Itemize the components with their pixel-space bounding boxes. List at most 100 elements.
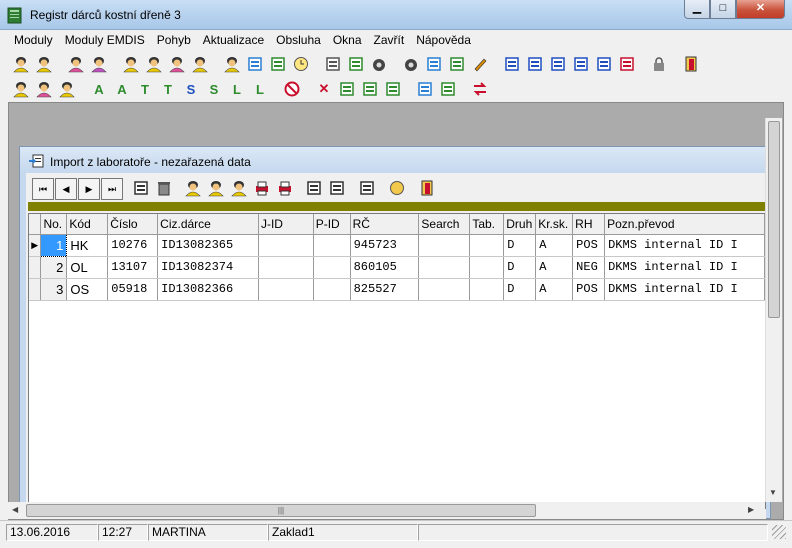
cell-p-id[interactable] [313, 234, 351, 257]
toolbar1-14-telephone-button[interactable] [368, 53, 390, 75]
nav-person-yellow-button[interactable] [205, 178, 227, 200]
cell-rc[interactable]: 860105 [350, 256, 420, 279]
cell-tab[interactable] [469, 234, 505, 257]
toolbar1-10-spreadsheet-button[interactable] [267, 53, 289, 75]
menu-zavrit[interactable]: Zavřít [368, 33, 411, 47]
cell-kod[interactable]: OL [66, 256, 109, 279]
menu-moduly[interactable]: Moduly [8, 33, 59, 47]
scroll-right-arrow-icon[interactable]: ▶ [748, 505, 754, 514]
cell-cislo[interactable]: 05918 [107, 278, 159, 301]
toolbar2-8-letter-s-button[interactable]: S [203, 78, 225, 100]
menu-moduly-emdis[interactable]: Moduly EMDIS [59, 33, 151, 47]
cell-rh[interactable]: POS [572, 278, 606, 301]
column-header-ciz-darce[interactable]: Ciz.dárce [157, 214, 259, 235]
cell-pozn-prevod[interactable]: DKMS internal ID I [604, 256, 765, 279]
cell-p-id[interactable] [313, 278, 351, 301]
toolbar1-1-person-yellow-button[interactable] [33, 53, 55, 75]
toolbar2-13-filter-button[interactable] [336, 78, 358, 100]
cell-search[interactable] [418, 234, 471, 257]
cell-no[interactable]: 3 [40, 278, 68, 301]
vertical-scrollbar[interactable]: ▼ [765, 118, 782, 502]
table-row[interactable]: ▶ 1 HK 10276 ID13082365 945723 D A POS DKMS inter… [29, 233, 765, 257]
toolbar1-0-person-yellow-button[interactable] [10, 53, 32, 75]
toolbar1-3-person-purple-button[interactable] [88, 53, 110, 75]
nav-first-record-button[interactable]: ⏮ [32, 178, 54, 200]
cell-rh[interactable]: POS [572, 234, 606, 257]
table-row[interactable]: 2 OL 13107 ID13082374 860105 D A NEG DKMS intern… [29, 256, 765, 279]
column-header-kr-sk[interactable]: Kr.sk. [535, 214, 574, 235]
toolbar2-1-person-pink-button[interactable] [33, 78, 55, 100]
cell-tab[interactable] [469, 256, 505, 279]
toolbar1-18-pen-button[interactable] [469, 53, 491, 75]
nav-previous-record-button[interactable]: ◀ [55, 178, 77, 200]
cell-p-id[interactable] [313, 256, 351, 279]
column-header-tab[interactable]: Tab. [469, 214, 505, 235]
toolbar2-3-letter-a-button[interactable]: A [88, 78, 110, 100]
cell-ciz-darce[interactable]: ID13082366 [157, 278, 259, 301]
menu-obsluha[interactable]: Obsluha [270, 33, 327, 47]
window-titlebar[interactable]: Registr dárců kostní dřeně 3 ▁ □ ✕ [0, 0, 792, 30]
cell-kr-sk[interactable]: A [535, 278, 574, 301]
cell-ciz-darce[interactable]: ID13082374 [157, 256, 259, 279]
nav-list-button[interactable] [130, 178, 152, 200]
table-row[interactable]: 3 OS 05918 ID13082366 825527 D A POS DKMS intern… [29, 278, 765, 301]
toolbar1-15-telephone-button[interactable] [400, 53, 422, 75]
toolbar1-2-person-pink-button[interactable] [65, 53, 87, 75]
cell-kr-sk[interactable]: A [535, 234, 574, 257]
cell-j-id[interactable] [258, 234, 314, 257]
toolbar1-11-clock-button[interactable] [290, 53, 312, 75]
toolbar1-26-exit-door-button[interactable] [680, 53, 702, 75]
toolbar2-14-search-button[interactable] [359, 78, 381, 100]
cell-kr-sk[interactable]: A [535, 256, 574, 279]
cell-pozn-prevod[interactable]: DKMS internal ID I [604, 278, 765, 301]
toolbar1-8-person-yellow-button[interactable] [221, 53, 243, 75]
minimize-button[interactable]: ▁ [684, 0, 710, 19]
cell-druh[interactable]: D [503, 256, 537, 279]
menu-aktualizace[interactable]: Aktualizace [197, 33, 270, 47]
toolbar1-19-columns-button[interactable] [501, 53, 523, 75]
cell-ciz-darce[interactable]: ID13082365 [157, 234, 259, 257]
column-header-pozn-prevod[interactable]: Pozn.převod [604, 214, 765, 235]
column-header-cislo[interactable]: Číslo [107, 214, 159, 235]
menu-okna[interactable]: Okna [327, 33, 368, 47]
toolbar1-22-minimize-windows-button[interactable] [570, 53, 592, 75]
toolbar2-0-person-yellow-button[interactable] [10, 78, 32, 100]
cell-j-id[interactable] [258, 256, 314, 279]
column-header-j-id[interactable]: J-ID [258, 214, 314, 235]
toolbar1-9-document-import-button[interactable] [244, 53, 266, 75]
toolbar1-13-grid-table-button[interactable] [345, 53, 367, 75]
toolbar1-25-lock-button[interactable] [648, 53, 670, 75]
close-button[interactable]: ✕ [736, 0, 785, 19]
toolbar2-15-check-search-button[interactable] [382, 78, 404, 100]
scroll-down-arrow-icon[interactable]: ▼ [769, 488, 777, 497]
maximize-button[interactable]: □ [710, 0, 736, 19]
toolbar2-2-person-yellow-button[interactable] [56, 78, 78, 100]
toolbar1-12-calculator-button[interactable] [322, 53, 344, 75]
toolbar1-6-person-pink-button[interactable] [166, 53, 188, 75]
cell-no[interactable]: 1 [40, 233, 68, 257]
nav-document-import-button[interactable] [303, 178, 325, 200]
cell-search[interactable] [418, 278, 471, 301]
cell-rc[interactable]: 945723 [350, 234, 420, 257]
toolbar2-6-letter-t-button[interactable]: T [157, 78, 179, 100]
cell-search[interactable] [418, 256, 471, 279]
column-header-kod[interactable]: Kód [66, 214, 109, 235]
vertical-scroll-thumb[interactable] [768, 121, 780, 318]
toolbar2-17-notebook-button[interactable] [437, 78, 459, 100]
toolbar2-12-cross-button[interactable]: ✕ [313, 78, 335, 100]
toolbar2-9-letter-l-button[interactable]: L [226, 78, 248, 100]
cell-j-id[interactable] [258, 278, 314, 301]
nav-next-record-button[interactable]: ▶ [78, 178, 100, 200]
column-header-search[interactable]: Search [418, 214, 471, 235]
cell-cislo[interactable]: 10276 [107, 234, 159, 257]
toolbar2-7-letter-s-button[interactable]: S [180, 78, 202, 100]
nav-help-button[interactable] [386, 178, 408, 200]
toolbar1-5-person-yellow-button[interactable] [143, 53, 165, 75]
column-header-rh[interactable]: RH [572, 214, 606, 235]
resize-grip[interactable] [772, 525, 786, 539]
cell-druh[interactable]: D [503, 234, 537, 257]
column-header-rc[interactable]: RČ [350, 214, 420, 235]
cell-kod[interactable]: OS [66, 278, 109, 301]
toolbar2-16-document-list-button[interactable] [414, 78, 436, 100]
import-window-titlebar[interactable]: Import z laboratoře - nezařazená data [20, 147, 770, 173]
